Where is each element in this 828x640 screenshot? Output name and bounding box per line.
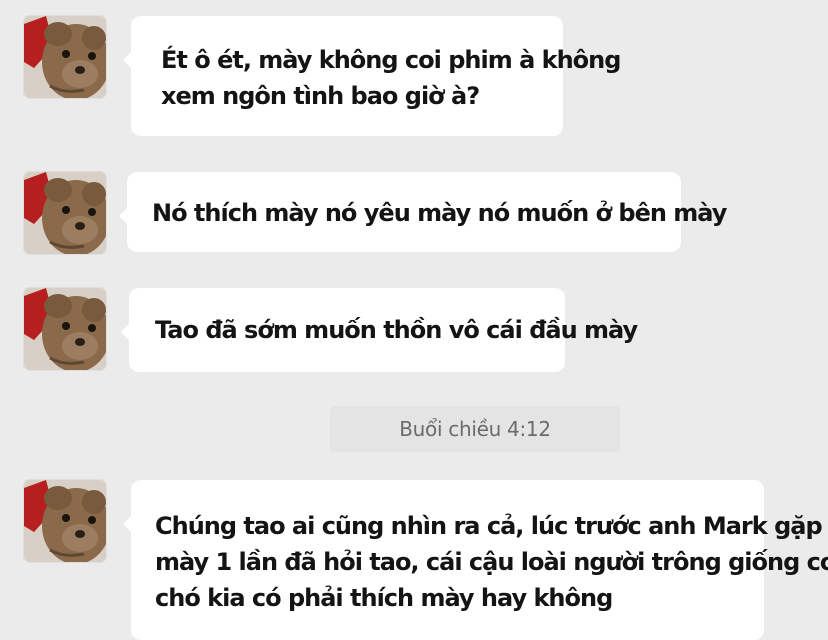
avatar[interactable] — [24, 16, 106, 98]
message-bubble[interactable]: Tao đã sớm muốn thồn vô cái đầu mày — [121, 288, 638, 372]
avatar[interactable] — [24, 480, 106, 562]
message-line: Ét ô ét, mày không coi phim à không — [161, 46, 621, 74]
message-line: xem ngôn tình bao giờ à? — [161, 82, 480, 110]
message-bubble[interactable]: Ét ô ét, mày không coi phim à không xem … — [123, 16, 621, 136]
message-line: chó kia có phải thích mày hay không — [155, 584, 613, 612]
message-line: Tao đã sớm muốn thồn vô cái đầu mày — [155, 316, 638, 344]
message-bubble[interactable]: Chúng tao ai cũng nhìn ra cả, lúc trước … — [123, 480, 828, 640]
avatar[interactable] — [24, 172, 106, 254]
teddy-bear-avatar-icon — [24, 16, 106, 98]
teddy-bear-avatar-icon — [24, 480, 106, 562]
teddy-bear-avatar-icon — [24, 172, 106, 254]
message-line: mày 1 lần đã hỏi tao, cái cậu loài người… — [155, 548, 828, 576]
timestamp: Buổi chiều 4:12 — [330, 406, 620, 452]
avatar[interactable] — [24, 288, 106, 370]
message-line: Nó thích mày nó yêu mày nó muốn ở bên mà… — [152, 199, 727, 227]
teddy-bear-avatar-icon — [24, 288, 106, 370]
message-line: Chúng tao ai cũng nhìn ra cả, lúc trước … — [155, 512, 828, 540]
message-bubble[interactable]: Nó thích mày nó yêu mày nó muốn ở bên mà… — [119, 172, 727, 252]
